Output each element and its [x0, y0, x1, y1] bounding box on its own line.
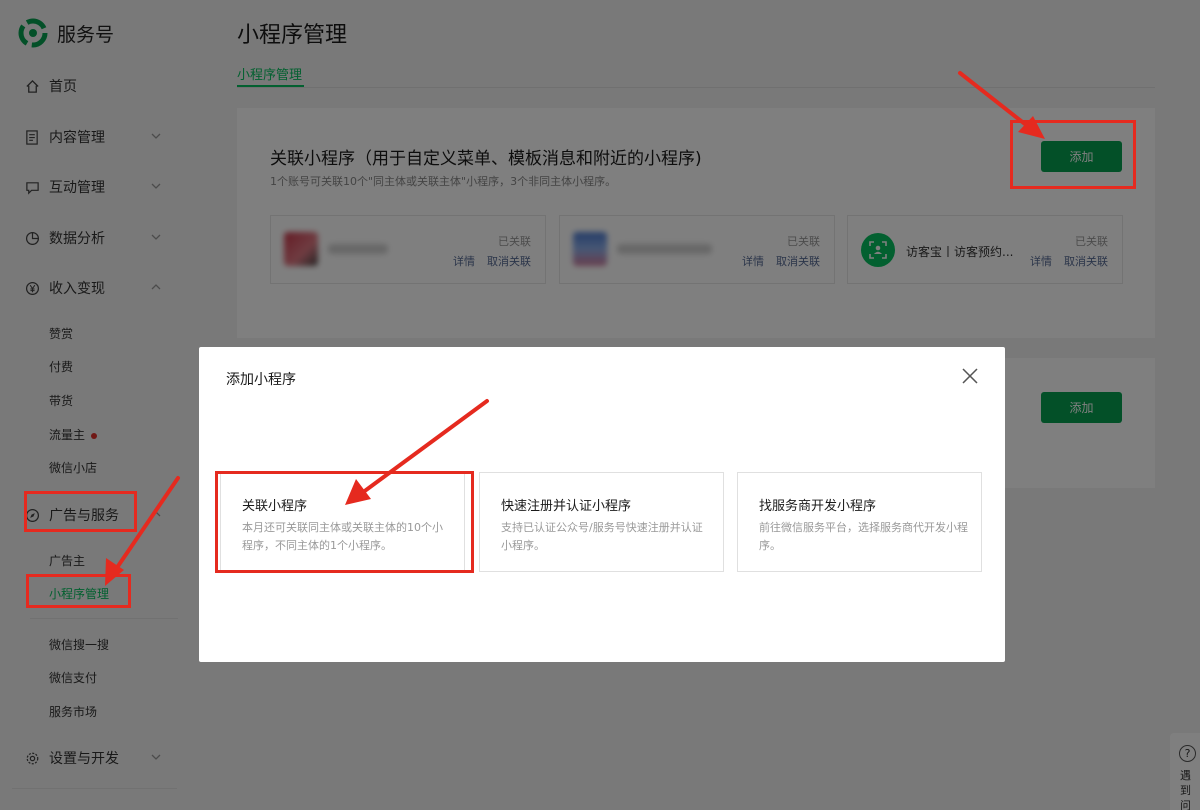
- option-quick-register[interactable]: 快速注册并认证小程序 支持已认证公众号/服务号快速注册并认证小程序。: [479, 472, 724, 572]
- option-title: 快速注册并认证小程序: [501, 499, 632, 514]
- option-find-provider[interactable]: 找服务商开发小程序 前往微信服务平台，选择服务商代开发小程序。: [737, 472, 982, 572]
- annotation-box-link-option: [215, 471, 474, 573]
- dialog-title: 添加小程序: [226, 372, 296, 388]
- option-description: 前往微信服务平台，选择服务商代开发小程序。: [759, 521, 968, 552]
- option-title: 找服务商开发小程序: [759, 499, 877, 514]
- annotation-box-add: [1010, 120, 1136, 189]
- annotation-box-miniprogram-manage: [26, 574, 131, 608]
- option-description: 支持已认证公众号/服务号快速注册并认证小程序。: [501, 521, 703, 552]
- close-icon[interactable]: [961, 367, 979, 385]
- annotation-box-ads-services: [24, 491, 137, 532]
